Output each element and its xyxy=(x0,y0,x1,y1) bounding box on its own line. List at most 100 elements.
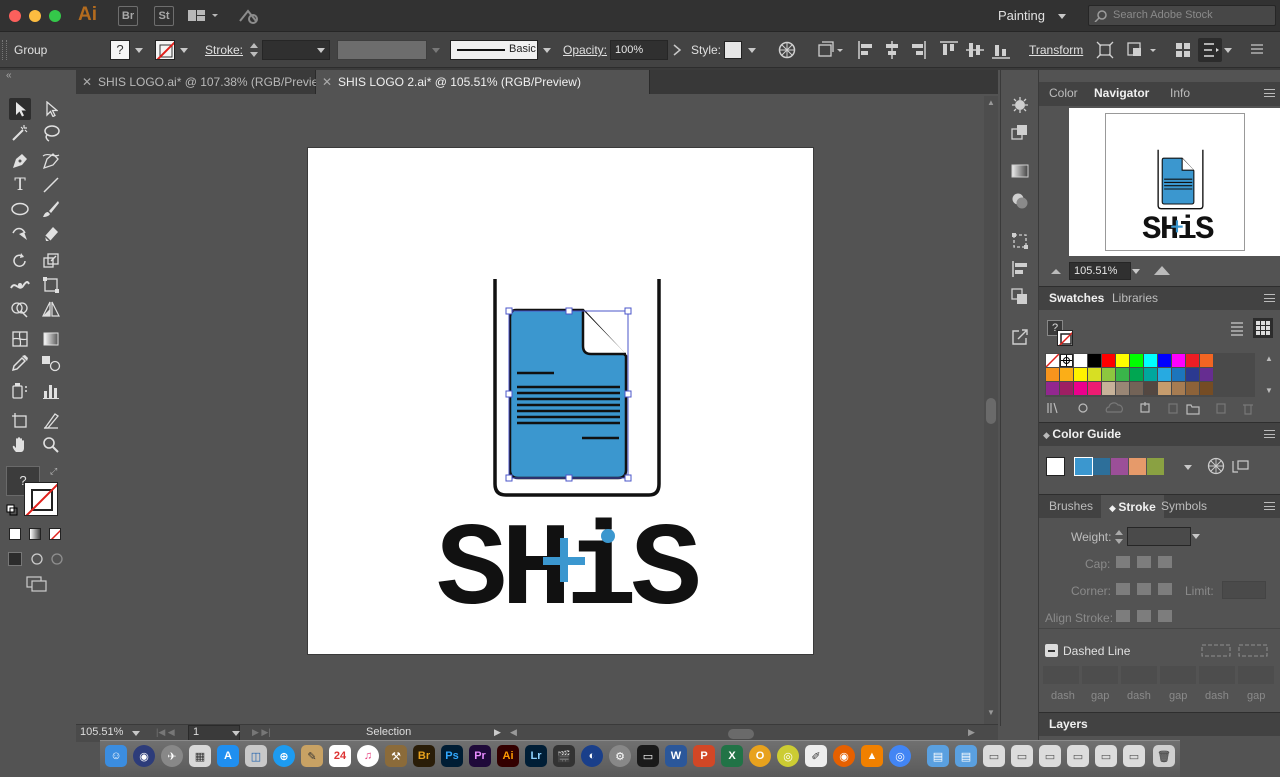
workspace-chevron-icon[interactable] xyxy=(1058,14,1066,19)
minimize-window-button[interactable] xyxy=(29,10,41,22)
control-bar-gripper[interactable] xyxy=(2,40,7,60)
navigator-menu-icon[interactable] xyxy=(1264,89,1275,97)
color-swatch[interactable] xyxy=(1102,382,1115,395)
harmony-rules-chevron-icon[interactable] xyxy=(1184,465,1192,470)
edge-icon[interactable]: ◐ xyxy=(581,745,603,767)
illustrator-dock-icon[interactable]: Ai xyxy=(497,745,519,767)
gradient-panel-icon[interactable] xyxy=(1011,164,1029,178)
toolbox-stroke-swatch[interactable] xyxy=(24,482,58,516)
artboard-icon[interactable] xyxy=(9,410,31,432)
opacity-expand-icon[interactable] xyxy=(670,40,684,60)
color-swatch[interactable] xyxy=(1158,354,1171,367)
color-swatch[interactable] xyxy=(1046,368,1059,381)
line-icon[interactable] xyxy=(40,174,62,196)
color-swatch[interactable] xyxy=(1200,382,1213,395)
terminal-icon[interactable]: ▭ xyxy=(637,745,659,767)
paintbrush-icon[interactable] xyxy=(40,198,62,220)
harmony-swatch[interactable] xyxy=(1129,458,1146,475)
tab-navigator[interactable]: Navigator xyxy=(1094,86,1149,100)
pathfinder-icon[interactable] xyxy=(1126,40,1158,60)
color-swatch[interactable] xyxy=(1200,354,1213,367)
color-guide-menu-icon[interactable] xyxy=(1264,430,1275,438)
documents-folder-icon[interactable]: ▤ xyxy=(955,745,977,767)
opacity-label[interactable]: Opacity: xyxy=(563,43,607,57)
shape-builder-icon[interactable] xyxy=(9,298,31,320)
notes-icon[interactable]: ✎ xyxy=(301,745,323,767)
align-left-icon[interactable] xyxy=(857,40,875,60)
color-swatch[interactable] xyxy=(1102,354,1115,367)
swatches-stroke-indicator[interactable] xyxy=(1057,330,1073,346)
eyedropper-icon[interactable] xyxy=(9,352,31,374)
stroke-label[interactable]: Stroke: xyxy=(205,43,243,57)
brush-chevron-icon[interactable] xyxy=(543,48,551,53)
stroke-dropdown-icon[interactable] xyxy=(180,48,188,53)
stroke-weight-stepper[interactable] xyxy=(247,40,261,60)
free-transform-icon[interactable] xyxy=(40,274,62,296)
file-stack-1-icon[interactable]: ▭ xyxy=(983,745,1005,767)
weight-chevron-icon[interactable] xyxy=(1192,534,1200,539)
artboard-nav-last-icon[interactable]: ▶ ▶| xyxy=(252,727,271,738)
grid-view-icon[interactable] xyxy=(1253,318,1273,338)
bridge-button[interactable]: Br xyxy=(118,6,138,26)
launchpad-icon[interactable]: ✈ xyxy=(161,745,183,767)
swatches-menu-icon[interactable] xyxy=(1264,294,1275,302)
control-panel-menu-icon[interactable] xyxy=(1250,42,1264,56)
harmony-swatch[interactable] xyxy=(1093,458,1110,475)
color-mode-icon[interactable] xyxy=(9,528,21,540)
variable-width-chevron-icon[interactable] xyxy=(432,48,440,53)
transform-selection-icon[interactable] xyxy=(1096,40,1114,60)
finder-icon[interactable]: ☺ xyxy=(105,745,127,767)
app-store-icon[interactable]: A xyxy=(217,745,239,767)
shaper-icon[interactable] xyxy=(9,222,31,244)
tab-libraries[interactable]: Libraries xyxy=(1112,291,1158,305)
style-chevron-icon[interactable] xyxy=(748,48,756,53)
file-stack-5-icon[interactable]: ▭ xyxy=(1095,745,1117,767)
navigator-zoom-field[interactable]: 105.51% xyxy=(1069,262,1131,280)
swap-fill-stroke-icon[interactable]: ⤢ xyxy=(50,466,57,477)
gradient-icon[interactable] xyxy=(40,328,62,350)
opacity-field[interactable]: 100% xyxy=(610,40,668,60)
recolor-artwork-icon[interactable] xyxy=(777,40,797,60)
color-swatch[interactable] xyxy=(1060,382,1073,395)
zoom-window-button[interactable] xyxy=(49,10,61,22)
isolate-group-icon[interactable] xyxy=(1174,40,1192,60)
chrome-icon[interactable]: ◎ xyxy=(889,745,911,767)
swatch-scroll-down-icon[interactable]: ▼ xyxy=(1265,386,1273,395)
harmony-swatch[interactable] xyxy=(1147,458,1164,475)
transparency-icon[interactable] xyxy=(1011,192,1029,210)
system-preferences-icon[interactable]: ⚙ xyxy=(609,745,631,767)
zoom-icon[interactable] xyxy=(40,434,62,456)
edit-colors-icon[interactable] xyxy=(1207,457,1225,475)
blend-icon[interactable] xyxy=(40,352,62,374)
color-swatch[interactable] xyxy=(1116,354,1129,367)
color-swatch[interactable] xyxy=(1200,368,1213,381)
trash-icon[interactable]: 🗑 xyxy=(1153,745,1175,767)
align-vertical-center-icon[interactable] xyxy=(965,40,985,60)
dash-field-3[interactable] xyxy=(1199,666,1235,684)
chrome-canary-icon[interactable]: ◎ xyxy=(777,745,799,767)
document-tab-2[interactable]: ✕ SHIS LOGO 2.ai* @ 105.51% (RGB/Preview… xyxy=(316,70,650,94)
music-icon[interactable]: ♫ xyxy=(357,745,379,767)
draw-mode-chevron-icon[interactable] xyxy=(1224,48,1232,53)
transform-link[interactable]: Transform xyxy=(1029,43,1083,57)
mesh-icon[interactable] xyxy=(9,328,31,350)
align-bottom-icon[interactable] xyxy=(991,40,1011,60)
fill-dropdown-icon[interactable] xyxy=(135,48,143,53)
file-stack-2-icon[interactable]: ▭ xyxy=(1011,745,1033,767)
align-horizontal-center-icon[interactable] xyxy=(883,40,901,60)
harmony-swatch[interactable] xyxy=(1075,458,1092,475)
color-swatch[interactable] xyxy=(1088,382,1101,395)
close-tab-icon[interactable]: ✕ xyxy=(82,70,92,94)
dash-gap-fields[interactable] xyxy=(1043,666,1275,688)
width-icon[interactable] xyxy=(9,274,31,296)
color-swatch[interactable] xyxy=(1186,354,1199,367)
horizontal-scroll-thumb[interactable] xyxy=(728,729,754,739)
siri-icon[interactable]: ◉ xyxy=(133,745,155,767)
ellipse-icon[interactable] xyxy=(9,198,31,220)
color-swatch[interactable] xyxy=(1186,368,1199,381)
dash-field-1[interactable] xyxy=(1043,666,1079,684)
gap-field-1[interactable] xyxy=(1082,666,1118,684)
navigator-zoom-in-icon[interactable] xyxy=(1153,264,1171,276)
color-swatch[interactable] xyxy=(1158,382,1171,395)
rotate-icon[interactable] xyxy=(9,250,31,272)
